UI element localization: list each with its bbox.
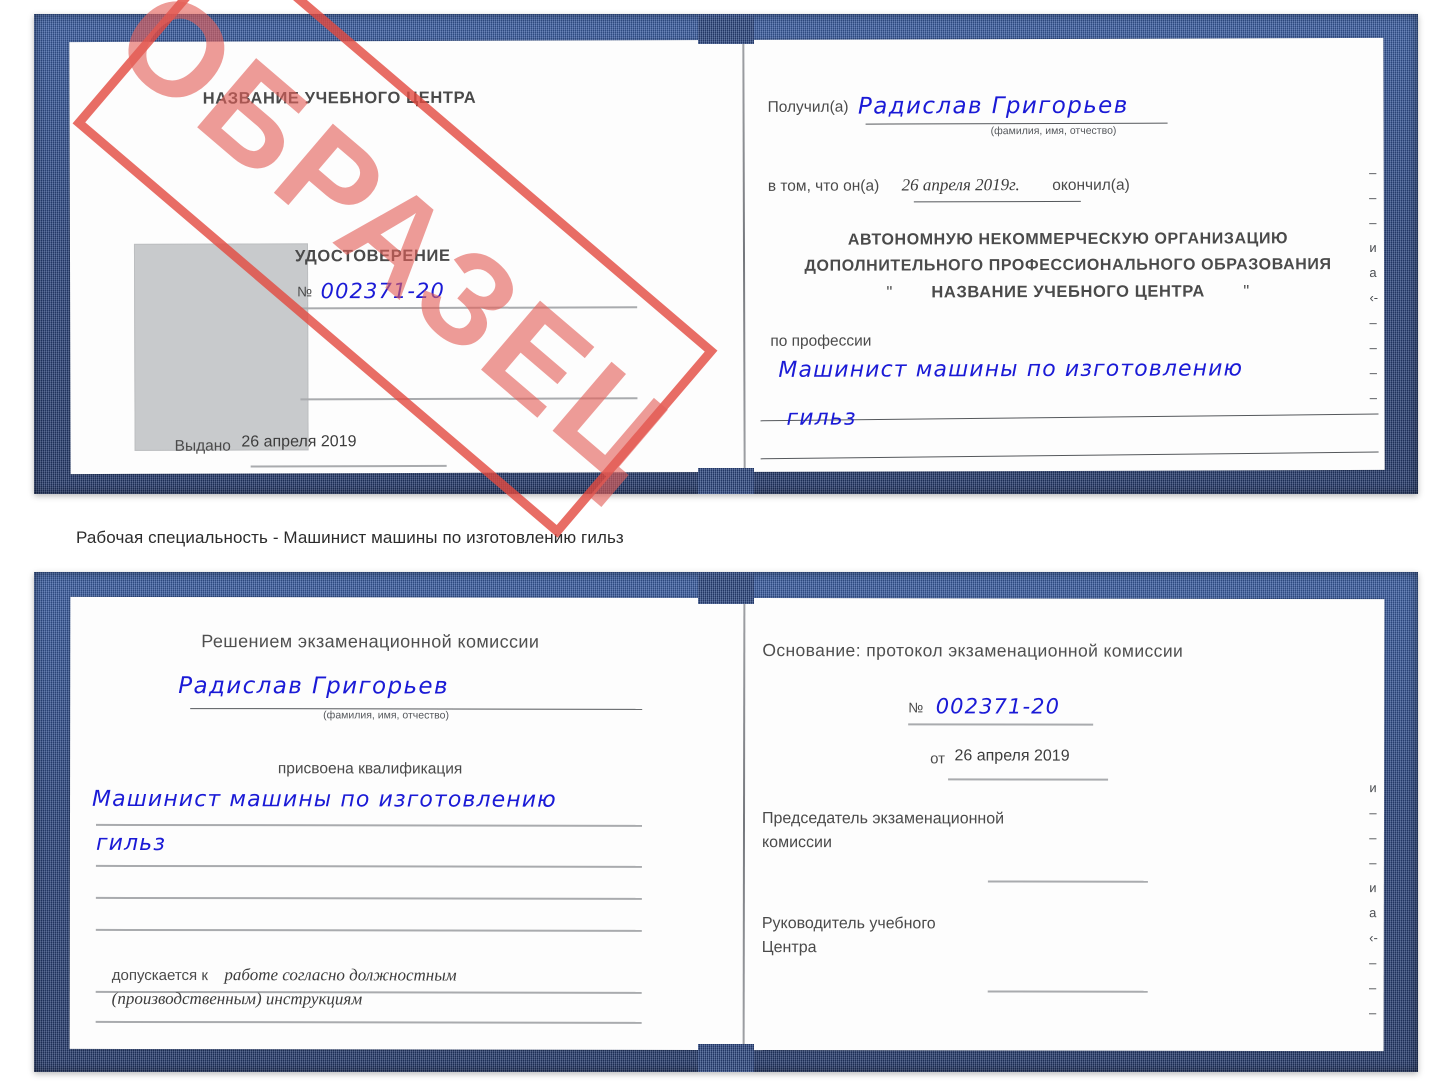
protocol-number-symbol: № xyxy=(908,699,924,716)
spine-strap-bottom-upper xyxy=(698,572,754,604)
booklet-fold-top xyxy=(742,39,746,472)
protocol-number-value: 002371-20 xyxy=(935,694,1061,719)
edge-fragment: – xyxy=(1369,189,1377,205)
qualification-value-line-2: гильз xyxy=(95,830,167,857)
basis-label: Основание: протокол экзаменационной коми… xyxy=(762,640,1184,661)
edge-fragment: – xyxy=(1369,164,1377,180)
edge-fragment: – xyxy=(1369,805,1377,821)
qualification-rule-3 xyxy=(95,896,642,900)
profession-value-line-1: Машинист машины по изготовлению xyxy=(778,356,1244,383)
edge-fragment: и xyxy=(1369,239,1377,255)
edge-fragment: – xyxy=(1369,364,1377,380)
quote-open: " xyxy=(886,283,893,302)
qualification-rule-2 xyxy=(95,864,642,868)
admitted-label: допускается к xyxy=(111,966,208,985)
fio-hint: (фамилия, имя, отчество) xyxy=(990,124,1117,138)
page-caption: Рабочая специальность - Машинист машины … xyxy=(76,528,624,547)
chairman-signature-line xyxy=(987,880,1148,883)
training-center-title: НАЗВАНИЕ УЧЕБНОГО ЦЕНТРА xyxy=(202,88,477,108)
finished-label: окончил(а) xyxy=(1052,176,1130,194)
certificate-bottom-spread: Решением экзаменационной комиссии Радисл… xyxy=(69,596,1385,1052)
edge-fragment: – xyxy=(1369,389,1378,405)
edge-fragment: – xyxy=(1369,314,1377,330)
qualification-value-line-1: Машинист машины по изготовлению xyxy=(92,786,557,813)
edge-fragment: а xyxy=(1369,264,1377,280)
spine-strap-top-upper xyxy=(698,14,754,44)
edge-fragment: – xyxy=(1369,830,1377,846)
qualification-rule-4 xyxy=(95,928,642,932)
edge-fragment: и xyxy=(1369,880,1377,896)
received-name-value: Радислав Григорьев xyxy=(857,92,1129,120)
director-label-line-2: Центра xyxy=(761,939,817,957)
certificate-booklet-bottom: Решением экзаменационной комиссии Радисл… xyxy=(34,572,1418,1072)
certificate-top-left-page: НАЗВАНИЕ УЧЕБНОГО ЦЕНТРА УДОСТОВЕРЕНИЕ №… xyxy=(69,40,740,474)
certificate-bottom-left-page: Решением экзаменационной комиссии Радисл… xyxy=(70,597,741,1051)
decision-title: Решением экзаменационной комиссии xyxy=(201,631,540,652)
profession-rule-2 xyxy=(760,451,1379,460)
qualification-rule-1 xyxy=(95,823,642,827)
protocol-date-row: от 26 апреля 2019 xyxy=(930,747,1069,768)
protocol-date-label: от xyxy=(930,750,946,768)
document-type-title: УДОСТОВЕРЕНИЕ xyxy=(294,246,451,266)
edge-fragment: – xyxy=(1369,955,1377,971)
edge-fragment: – xyxy=(1368,1005,1377,1021)
admitted-rule-2 xyxy=(95,1020,642,1024)
director-signature-line xyxy=(987,990,1148,993)
issued-label: Выдано xyxy=(174,437,231,455)
organization-line-3: НАЗВАНИЕ УЧЕБНОГО ЦЕНТРА xyxy=(931,282,1205,302)
issued-underline xyxy=(250,464,447,468)
protocol-number-underline xyxy=(908,723,1094,726)
number-underline xyxy=(300,306,638,310)
edge-fragment: – xyxy=(1369,855,1377,871)
certificate-top-right-page: Получил(а) Радислав Григорьев (фамилия, … xyxy=(747,38,1384,472)
organization-name-row: " НАЗВАНИЕ УЧЕБНОГО ЦЕНТРА " xyxy=(758,282,1378,303)
admitted-value-line-1: работе согласно должностным xyxy=(224,965,457,985)
qualification-label: присвоена квалификация xyxy=(277,760,463,778)
edge-fragment: – xyxy=(1369,339,1377,355)
received-row: Получил(а) Радислав Григорьев xyxy=(767,91,1129,120)
spine-strap-top-lower xyxy=(698,468,754,494)
completion-date-underline xyxy=(913,200,1081,203)
blank-rule-1 xyxy=(300,397,638,401)
spine-strap-bottom-lower xyxy=(698,1044,754,1072)
edge-fragment-column-top: – – – и а ‹- – – – – xyxy=(1369,164,1379,416)
chairman-label-line-1: Председатель экзаменационной xyxy=(762,810,1005,828)
edge-fragment: и xyxy=(1369,780,1377,796)
issued-date-value: 26 апреля 2019 xyxy=(241,433,357,451)
fio-hint-bottom: (фамилия, имя, отчество) xyxy=(323,709,449,722)
edge-fragment: а xyxy=(1369,905,1377,921)
quote-close: " xyxy=(1243,282,1250,301)
graduate-name-value: Радислав Григорьев xyxy=(178,673,449,700)
profession-label: по профессии xyxy=(770,332,872,350)
received-label: Получил(а) xyxy=(767,98,849,116)
edge-fragment-column-bottom: и – – – и а ‹- – – – xyxy=(1368,780,1378,1031)
certificate-bottom-right-page: Основание: протокол экзаменационной коми… xyxy=(748,598,1385,1051)
certificate-number-row: № 002371-20 xyxy=(297,277,445,303)
certificate-number-value: 002371-20 xyxy=(320,278,446,304)
completion-date-value: 26 апреля 2019г. xyxy=(901,175,1020,195)
edge-fragment: ‹- xyxy=(1369,289,1379,305)
director-label-line-1: Руководитель учебного xyxy=(761,915,936,933)
photo-placeholder xyxy=(133,243,309,451)
protocol-date-value: 26 апреля 2019 xyxy=(954,747,1070,765)
chairman-label-line-2: комиссии xyxy=(761,834,832,852)
issued-row: Выдано 26 апреля 2019 xyxy=(174,433,357,456)
in-that-label: в том, что он(а) xyxy=(767,177,880,195)
completion-row: в том, что он(а) 26 апреля 2019г. окончи… xyxy=(767,175,1130,196)
protocol-date-underline xyxy=(948,778,1109,781)
organization-line-2: ДОПОЛНИТЕЛЬНОГО ПРОФЕССИОНАЛЬНОГО ОБРАЗО… xyxy=(804,256,1332,275)
edge-fragment: – xyxy=(1369,980,1377,996)
admitted-row: допускается к работе согласно должностны… xyxy=(111,965,457,986)
organization-line-1: АВТОНОМНУЮ НЕКОММЕРЧЕСКУЮ ОРГАНИЗАЦИЮ xyxy=(847,230,1289,249)
edge-fragment: ‹- xyxy=(1369,930,1378,946)
booklet-fold-bottom xyxy=(742,598,746,1051)
admitted-rule-3 xyxy=(95,1048,642,1051)
edge-fragment: – xyxy=(1369,214,1377,230)
number-symbol: № xyxy=(297,283,313,300)
profession-value-line-2: гильз xyxy=(786,405,857,431)
protocol-number-row: № 002371-20 xyxy=(908,693,1060,718)
certificate-top-spread: НАЗВАНИЕ УЧЕБНОГО ЦЕНТРА УДОСТОВЕРЕНИЕ №… xyxy=(69,37,1385,475)
certificate-booklet-top: НАЗВАНИЕ УЧЕБНОГО ЦЕНТРА УДОСТОВЕРЕНИЕ №… xyxy=(34,14,1418,494)
admitted-value-line-2: (производственным) инструкциям xyxy=(111,988,363,1009)
